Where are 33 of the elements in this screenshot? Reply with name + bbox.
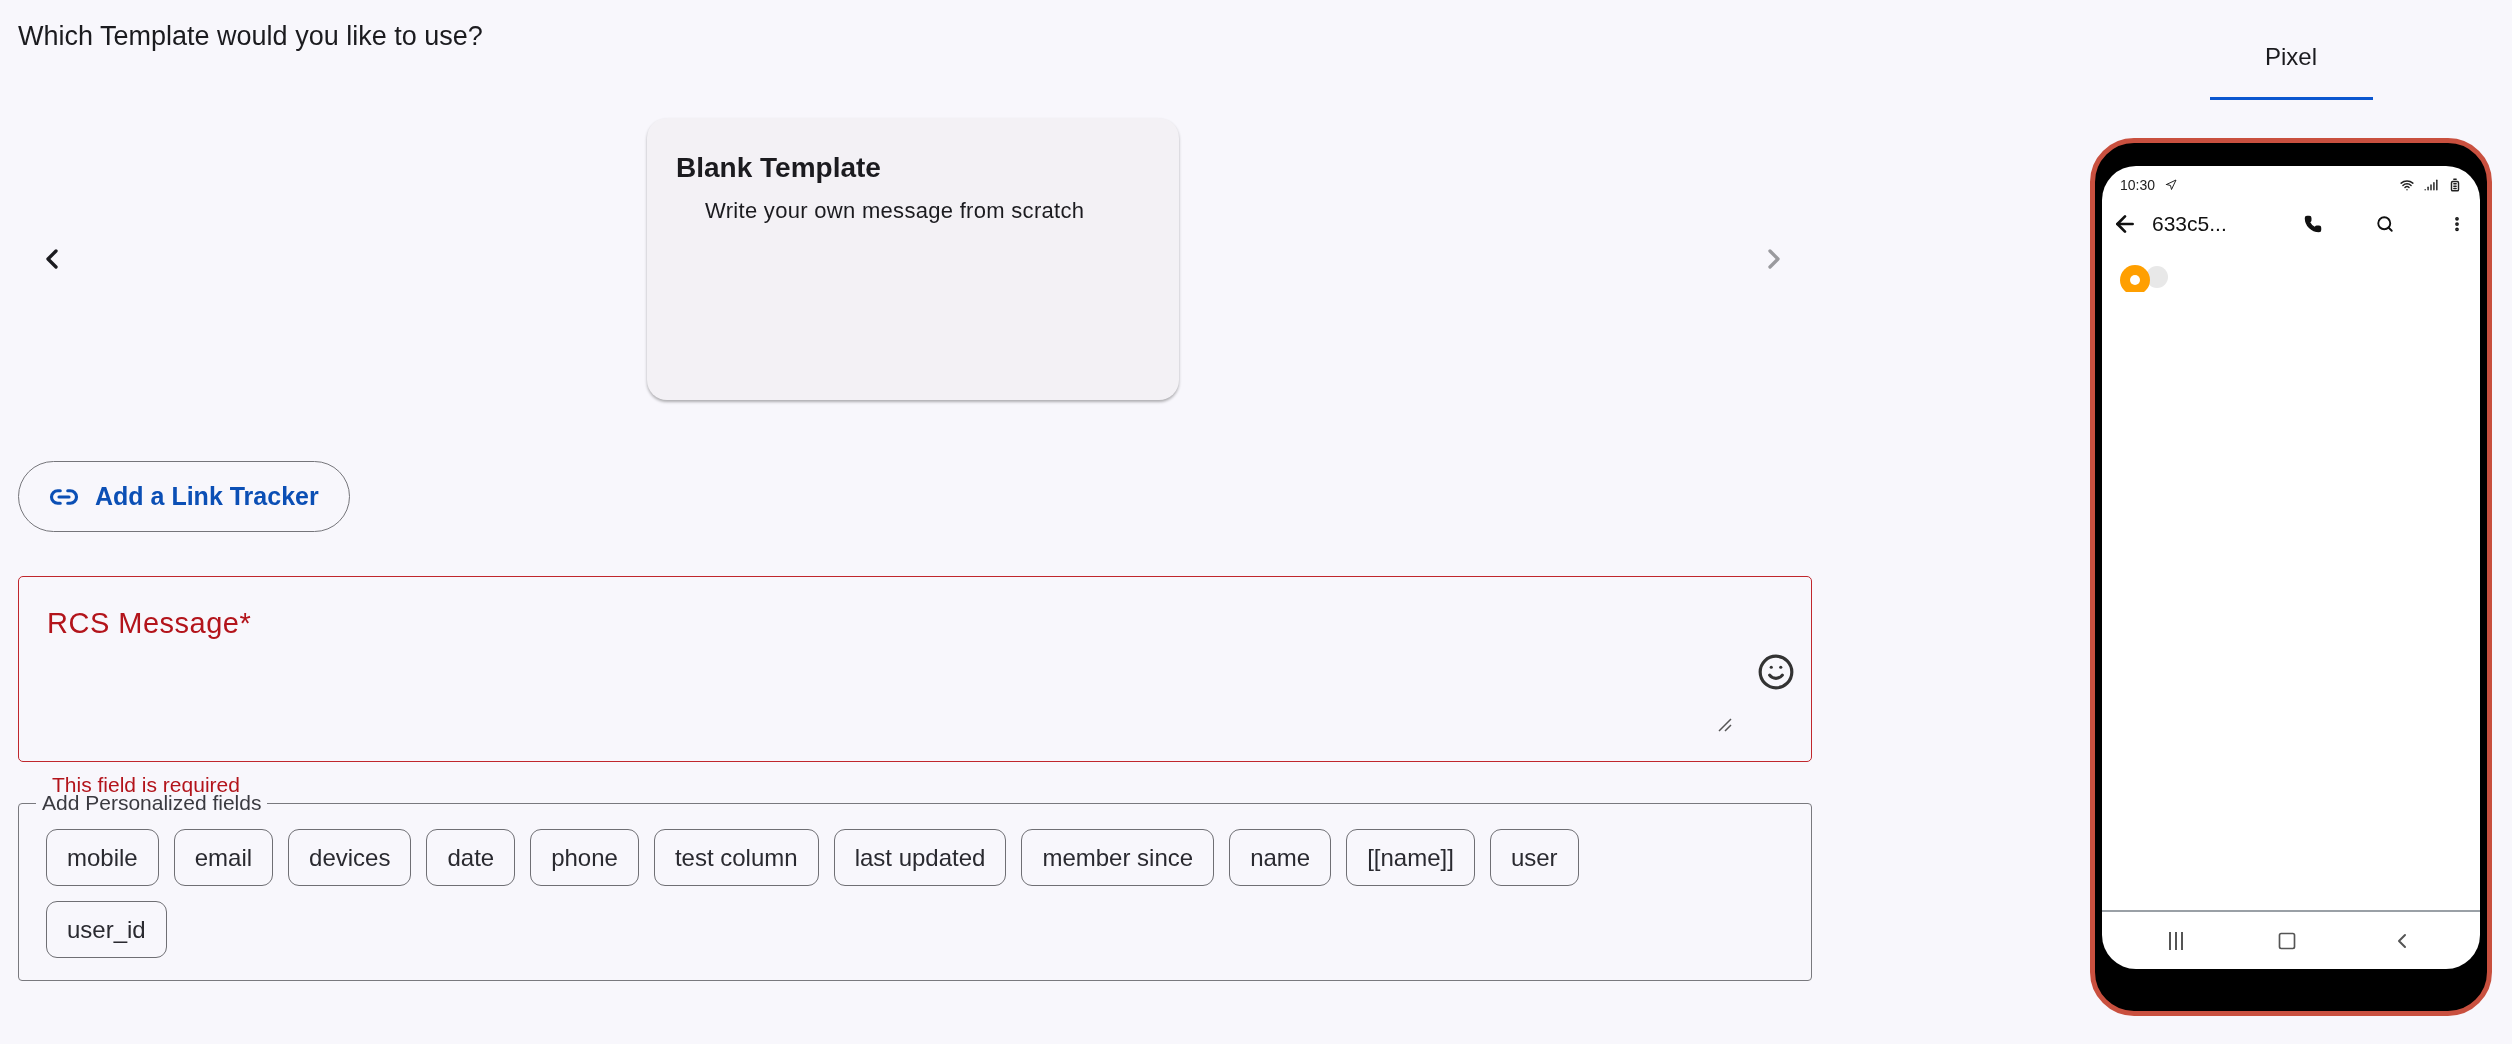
message-field[interactable]: RCS Message* bbox=[18, 576, 1812, 762]
search-icon[interactable] bbox=[2376, 215, 2394, 233]
field-chip[interactable]: user_id bbox=[46, 901, 167, 958]
home-icon[interactable] bbox=[2277, 930, 2297, 951]
field-chip[interactable]: name bbox=[1229, 829, 1332, 886]
phone-call-icon[interactable] bbox=[2304, 215, 2322, 233]
field-label: RCS Message* bbox=[47, 607, 252, 639]
field-chip[interactable]: date bbox=[426, 829, 516, 886]
recent-apps-icon[interactable] bbox=[2168, 930, 2185, 951]
location-icon bbox=[2165, 179, 2178, 191]
field-chip[interactable]: member since bbox=[1021, 829, 1215, 886]
card-title: Blank Template bbox=[676, 152, 881, 184]
contact-name: 633c5... bbox=[2152, 212, 2228, 236]
signal-icon bbox=[2424, 178, 2438, 192]
battery-icon bbox=[2448, 178, 2462, 192]
field-chip[interactable]: mobile bbox=[46, 829, 159, 886]
device-tab[interactable]: Pixel bbox=[2209, 30, 2373, 100]
field-chip[interactable]: user bbox=[1489, 829, 1579, 886]
field-chip[interactable]: email bbox=[173, 829, 274, 886]
card-description: Write your own message from scratch bbox=[704, 198, 1085, 224]
error-message: This field is required bbox=[52, 773, 240, 796]
avatar-icon bbox=[2120, 264, 2168, 292]
field-chip[interactable]: test column bbox=[653, 829, 819, 886]
field-chip[interactable]: phone bbox=[530, 829, 639, 886]
page-title: Which Template would you like to use? bbox=[18, 20, 484, 53]
field-chip[interactable]: [[name]] bbox=[1346, 829, 1475, 886]
template-card[interactable]: Blank Template Write your own message from scratch bbox=[647, 118, 1179, 400]
resize-handle-icon[interactable] bbox=[1717, 717, 1733, 733]
wifi-icon bbox=[2400, 178, 2414, 192]
status-time: 10:30 bbox=[2120, 177, 2156, 193]
field-chip[interactable]: last updated bbox=[833, 829, 1007, 886]
emoji-icon[interactable] bbox=[1757, 653, 1795, 691]
field-chip[interactable]: devices bbox=[288, 829, 412, 886]
